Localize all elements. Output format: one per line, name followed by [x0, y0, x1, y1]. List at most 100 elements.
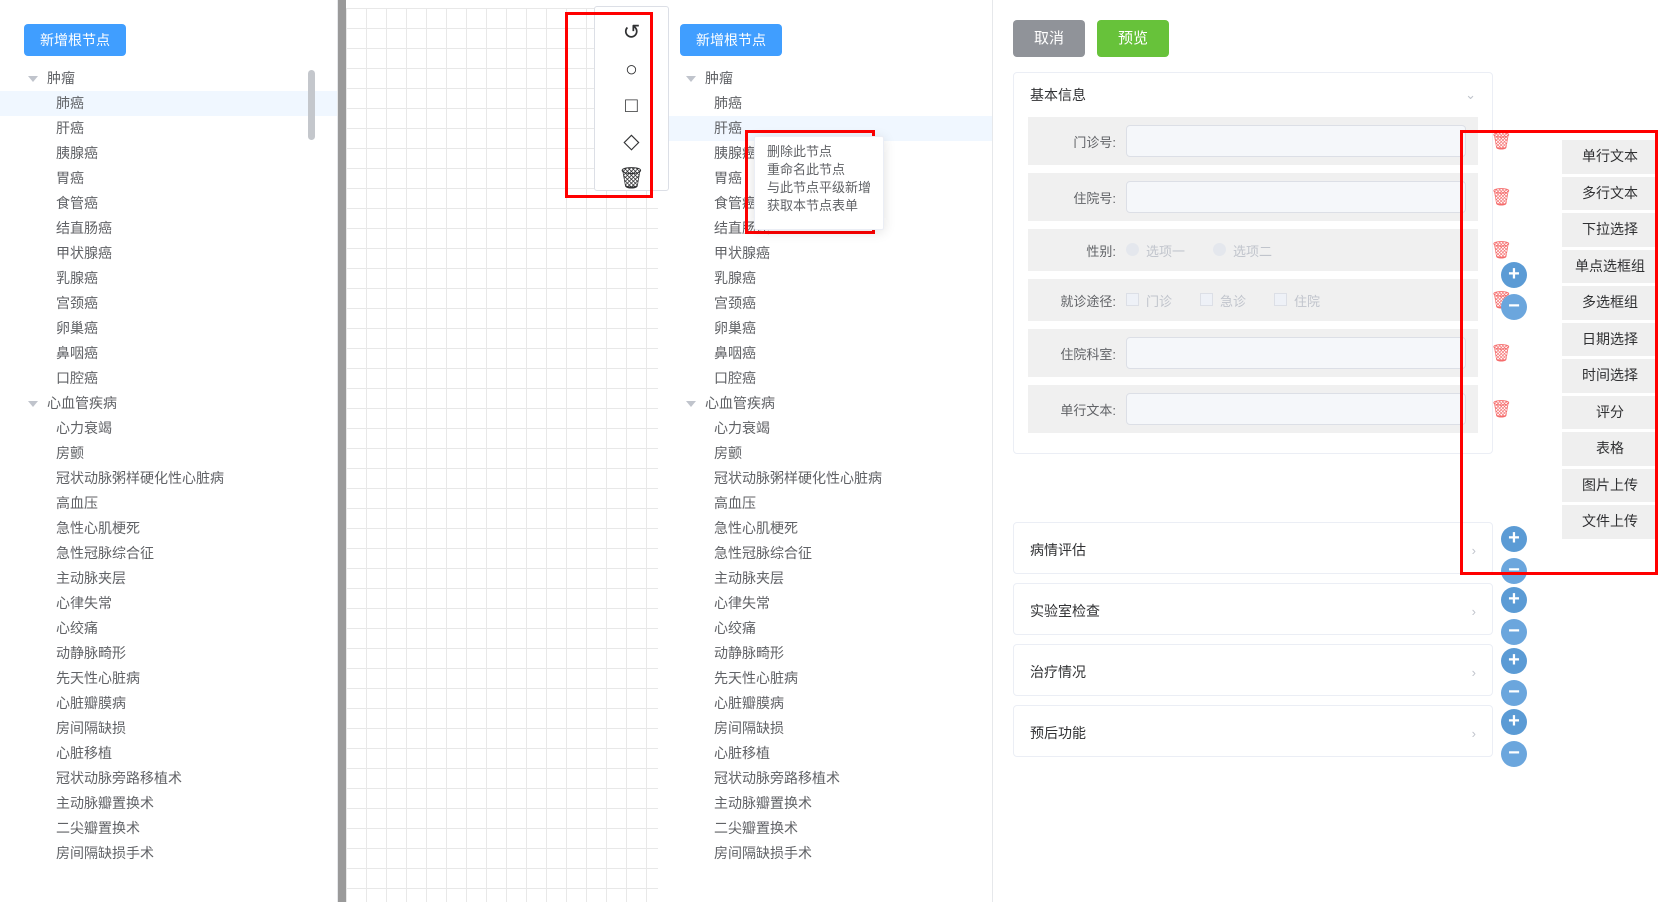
left-tree-item-node[interactable]: 心血管疾病 — [0, 391, 337, 416]
mid-tree-item-node[interactable]: 心力衰竭 — [658, 416, 992, 441]
cancel-button[interactable]: 取消 — [1013, 20, 1086, 57]
remove-field-button[interactable]: − — [1501, 294, 1527, 320]
palette-item[interactable]: 下拉选择 — [1562, 213, 1658, 247]
mid-tree-item-node[interactable]: 心血管疾病 — [658, 391, 992, 416]
section-card[interactable]: 治疗情况 › — [1013, 644, 1493, 696]
checkbox-option[interactable]: 急诊 — [1200, 291, 1264, 310]
left-tree-item-node[interactable]: 房间隔缺损 — [0, 716, 337, 741]
mid-add-root-button[interactable]: 新增根节点 — [680, 24, 782, 56]
mid-tree-item-node[interactable]: 急性心肌梗死 — [658, 516, 992, 541]
left-tree-item-node[interactable]: 食管癌 — [0, 191, 337, 216]
chevron-down-icon[interactable]: ⌄ — [1465, 87, 1476, 103]
circle-shape-icon[interactable]: ○ — [619, 57, 645, 80]
mid-tree-item-node[interactable]: 主动脉瓣置换术 — [658, 791, 992, 816]
left-tree-item-node[interactable]: 主动脉夹层 — [0, 566, 337, 591]
left-tree-item-node[interactable]: 肝癌 — [0, 116, 337, 141]
caret-down-icon[interactable] — [28, 400, 38, 407]
mid-tree-item-node[interactable]: 鼻咽癌 — [658, 341, 992, 366]
left-tree-item-node[interactable]: 先天性心脏病 — [0, 666, 337, 691]
palette-item[interactable]: 表格 — [1562, 432, 1658, 466]
text-input[interactable] — [1126, 181, 1466, 213]
mid-tree-item-node[interactable]: 动静脉畸形 — [658, 641, 992, 666]
left-tree-item-node[interactable]: 房间隔缺损手术 — [0, 841, 337, 866]
section-header[interactable]: 实验室检查 › — [1014, 584, 1492, 638]
diamond-shape-icon[interactable]: ◇ — [619, 130, 645, 153]
mid-tree-item-node[interactable]: 房间隔缺损手术 — [658, 841, 992, 866]
mid-tree-item-node[interactable]: 甲状腺癌 — [658, 241, 992, 266]
section-header[interactable]: 治疗情况 › — [1014, 645, 1492, 699]
mid-tree-item-node[interactable]: 心脏瓣膜病 — [658, 691, 992, 716]
add-field-button[interactable]: + — [1501, 262, 1527, 288]
left-tree-item-node[interactable]: 肿瘤 — [0, 66, 337, 91]
palette-item[interactable]: 图片上传 — [1562, 468, 1658, 502]
add-section-button[interactable]: + — [1501, 709, 1527, 735]
mid-tree-item-node[interactable]: 急性冠脉综合征 — [658, 541, 992, 566]
left-add-root-button[interactable]: 新增根节点 — [24, 24, 126, 56]
mid-tree-item-node[interactable]: 房间隔缺损 — [658, 716, 992, 741]
context-menu-item[interactable]: 与此节点平级新增 — [755, 179, 883, 197]
add-section-button[interactable]: + — [1501, 587, 1527, 613]
caret-down-icon[interactable] — [28, 75, 38, 82]
radio-icon[interactable] — [1126, 242, 1139, 256]
left-tree-item-node[interactable]: 主动脉瓣置换术 — [0, 791, 337, 816]
context-menu-item[interactable]: 删除此节点 — [755, 143, 883, 161]
mid-tree-item-node[interactable]: 肺癌 — [658, 91, 992, 116]
basic-info-header[interactable]: 基本信息 ⌄ — [1014, 73, 1492, 117]
left-panel-scrollbar[interactable] — [308, 70, 315, 140]
chevron-right-icon[interactable]: › — [1472, 726, 1476, 741]
left-tree-item-node[interactable]: 口腔癌 — [0, 366, 337, 391]
delete-row-icon[interactable]: 🗑 — [1490, 189, 1512, 206]
left-tree-item-node[interactable]: 冠状动脉粥样硬化性心脏病 — [0, 466, 337, 491]
left-tree-item-node[interactable]: 卵巢癌 — [0, 316, 337, 341]
left-tree-item-node[interactable]: 动静脉畸形 — [0, 641, 337, 666]
preview-button[interactable]: 预览 — [1097, 20, 1170, 57]
left-tree-item-node[interactable]: 甲状腺癌 — [0, 241, 337, 266]
left-tree-item-node[interactable]: 心脏移植 — [0, 741, 337, 766]
section-header[interactable]: 病情评估 › — [1014, 523, 1492, 577]
remove-section-button[interactable]: − — [1501, 741, 1527, 767]
mid-tree-item-node[interactable]: 心脏移植 — [658, 741, 992, 766]
checkbox-option[interactable]: 门诊 — [1126, 291, 1190, 310]
caret-down-icon[interactable] — [686, 400, 696, 407]
left-tree-item-node[interactable]: 急性心肌梗死 — [0, 516, 337, 541]
left-tree-item-node[interactable]: 二尖瓣置换术 — [0, 816, 337, 841]
remove-section-button[interactable]: − — [1501, 558, 1527, 584]
mid-tree-item-node[interactable]: 高血压 — [658, 491, 992, 516]
left-tree-item-node[interactable]: 宫颈癌 — [0, 291, 337, 316]
left-tree-item-node[interactable]: 鼻咽癌 — [0, 341, 337, 366]
left-tree-item-node[interactable]: 房颤 — [0, 441, 337, 466]
section-card[interactable]: 预后功能 › — [1013, 705, 1493, 757]
chevron-right-icon[interactable]: › — [1472, 665, 1476, 680]
canvas-scrollbar[interactable] — [338, 0, 346, 902]
palette-item[interactable]: 多行文本 — [1562, 176, 1658, 210]
mid-tree-item-node[interactable]: 乳腺癌 — [658, 266, 992, 291]
mid-tree-item-node[interactable]: 心律失常 — [658, 591, 992, 616]
section-header[interactable]: 预后功能 › — [1014, 706, 1492, 760]
palette-item[interactable]: 评分 — [1562, 395, 1658, 429]
left-tree-item-node[interactable]: 心律失常 — [0, 591, 337, 616]
palette-item[interactable]: 单行文本 — [1562, 140, 1658, 174]
chevron-right-icon[interactable]: › — [1472, 543, 1476, 558]
mid-tree-item-node[interactable]: 二尖瓣置换术 — [658, 816, 992, 841]
mid-tree-item-node[interactable]: 房颤 — [658, 441, 992, 466]
delete-icon[interactable]: 🗑 — [618, 167, 645, 190]
left-tree-item-node[interactable]: 急性冠脉综合征 — [0, 541, 337, 566]
text-input[interactable] — [1126, 393, 1466, 425]
left-tree-item-node[interactable]: 肺癌 — [0, 91, 337, 116]
checkbox-icon[interactable] — [1274, 292, 1288, 306]
mid-tree-item-node[interactable]: 肿瘤 — [658, 66, 992, 91]
left-tree-item-node[interactable]: 乳腺癌 — [0, 266, 337, 291]
delete-row-icon[interactable]: 🗑 — [1490, 242, 1512, 259]
mid-tree-item-node[interactable]: 主动脉夹层 — [658, 566, 992, 591]
mid-tree-item-node[interactable]: 冠状动脉旁路移植术 — [658, 766, 992, 791]
radio-option[interactable]: 选项二 — [1213, 241, 1290, 260]
mid-tree-item-node[interactable]: 心绞痛 — [658, 616, 992, 641]
undo-icon[interactable]: ↺ — [619, 21, 645, 44]
text-input[interactable] — [1126, 125, 1466, 157]
checkbox-icon[interactable] — [1126, 292, 1139, 306]
delete-row-icon[interactable]: 🗑 — [1490, 345, 1512, 362]
mid-tree-item-node[interactable]: 先天性心脏病 — [658, 666, 992, 691]
section-card[interactable]: 病情评估 › — [1013, 522, 1493, 574]
checkbox-option[interactable]: 住院 — [1274, 291, 1338, 310]
remove-section-button[interactable]: − — [1501, 619, 1527, 645]
